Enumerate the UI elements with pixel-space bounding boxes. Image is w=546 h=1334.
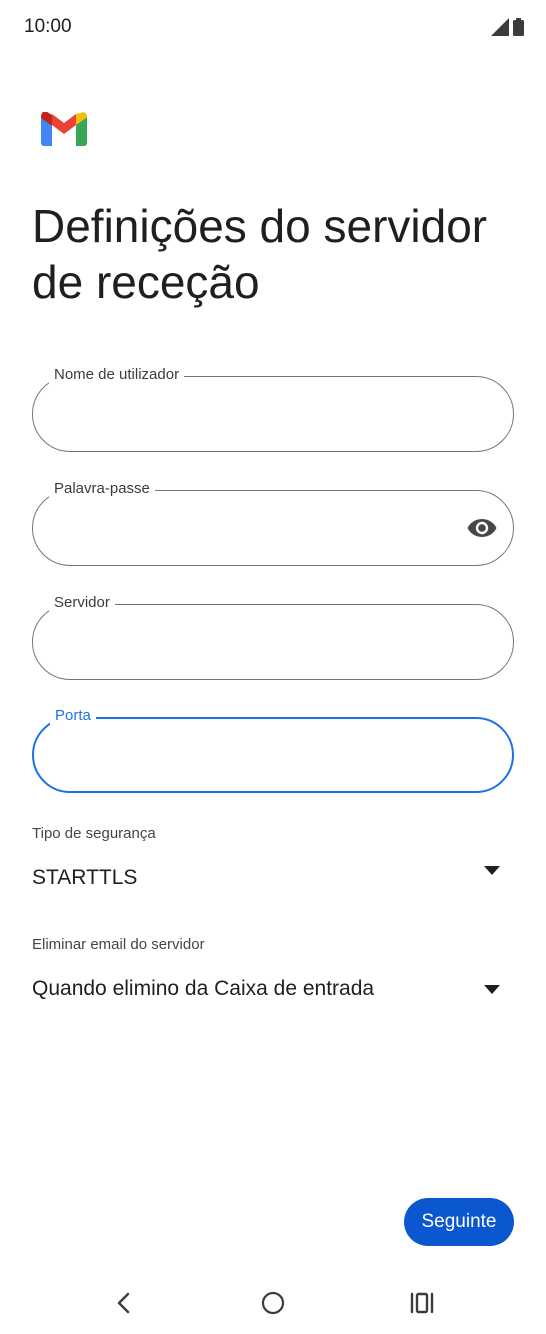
dropdown-icon <box>484 985 500 994</box>
username-field[interactable]: Nome de utilizador <box>32 366 514 452</box>
port-label: Porta <box>50 707 96 725</box>
eye-icon[interactable] <box>467 515 497 541</box>
back-button[interactable] <box>105 1288 141 1318</box>
status-time: 10:00 <box>24 16 72 37</box>
delete-email-select[interactable]: Quando elimino da Caixa de entrada <box>32 969 514 1009</box>
password-input[interactable] <box>55 509 459 547</box>
signal-icon <box>491 18 509 36</box>
security-type-label: Tipo de segurança <box>32 825 156 842</box>
username-input[interactable] <box>55 395 459 433</box>
delete-email-value: Quando elimino da Caixa de entrada <box>32 977 375 1000</box>
server-input[interactable] <box>55 623 459 661</box>
server-field[interactable]: Servidor <box>32 594 514 680</box>
delete-email-label: Eliminar email do servidor <box>32 936 205 953</box>
security-type-value: STARTTLS <box>32 866 138 889</box>
username-label: Nome de utilizador <box>49 366 185 384</box>
page-title: Definições do servidor de receção <box>32 200 488 308</box>
status-bar: 10:00 <box>0 0 546 56</box>
port-field[interactable]: Porta <box>32 707 514 793</box>
status-icons <box>491 18 524 36</box>
gmail-logo <box>41 112 87 146</box>
battery-icon <box>513 18 524 36</box>
home-icon <box>261 1291 285 1315</box>
password-field[interactable]: Palavra-passe <box>32 480 514 566</box>
next-button[interactable]: Seguinte <box>404 1198 514 1246</box>
server-label: Servidor <box>49 594 115 612</box>
recents-button[interactable] <box>404 1288 440 1318</box>
dropdown-icon <box>484 866 500 875</box>
security-type-select[interactable]: STARTTLS <box>32 858 514 898</box>
recents-icon <box>410 1292 434 1314</box>
navigation-bar <box>0 1268 546 1334</box>
back-icon <box>117 1292 130 1314</box>
port-input[interactable] <box>56 737 460 775</box>
home-button[interactable] <box>255 1288 291 1318</box>
password-label: Palavra-passe <box>49 480 155 498</box>
